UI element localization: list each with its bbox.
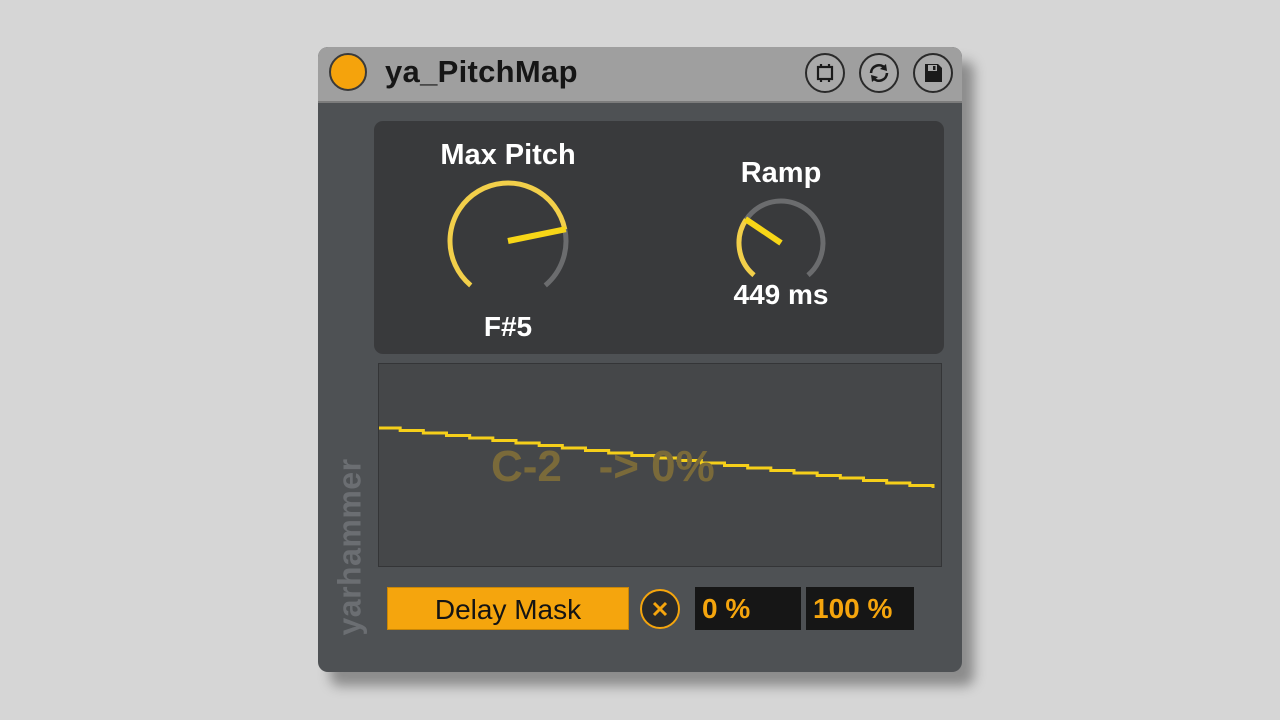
ramp-value: 449 ms [733,279,829,310]
map-icon [816,64,834,82]
pitch-map-graph[interactable]: C-2 -> 0% [378,363,942,567]
brand-text: yarhammer [331,458,368,636]
max-percent-field[interactable]: 100 % [806,587,914,630]
min-percent-field[interactable]: 0 % [695,587,801,630]
brand-label: yarhammer [320,427,380,667]
swap-arrows-icon [869,64,889,82]
max-pitch-knob[interactable] [444,177,572,305]
device-power-button[interactable] [329,53,367,91]
map-button[interactable] [805,53,845,93]
ramp-knob-track [744,198,826,278]
max-pitch-knob-track [543,228,569,288]
title-bar[interactable]: ya_PitchMap [318,47,962,103]
floppy-disk-icon [925,64,942,82]
device-window: ya_PitchMap yarhammer Max Pitch F#5 Ramp… [318,47,962,672]
hot-swap-button[interactable] [859,53,899,93]
save-preset-button[interactable] [913,53,953,93]
max-pitch-knob-needle [507,226,567,244]
ramp-label: Ramp [740,157,822,189]
max-pitch-value: F#5 [483,311,533,342]
max-pitch-label: Max Pitch [440,139,576,171]
device-title: ya_PitchMap [385,54,578,89]
ramp-knob[interactable] [731,193,831,293]
clear-button[interactable] [640,589,680,629]
graph-overlay-text: C-2 -> 0% [491,442,715,491]
ramp-knob-value-arc [736,218,756,278]
ramp-knob-needle [743,216,783,246]
knob-panel: Max Pitch F#5 Ramp 449 ms [374,121,944,354]
delay-mask-toggle[interactable]: Delay Mask [387,587,629,630]
x-circle-icon [652,601,668,617]
